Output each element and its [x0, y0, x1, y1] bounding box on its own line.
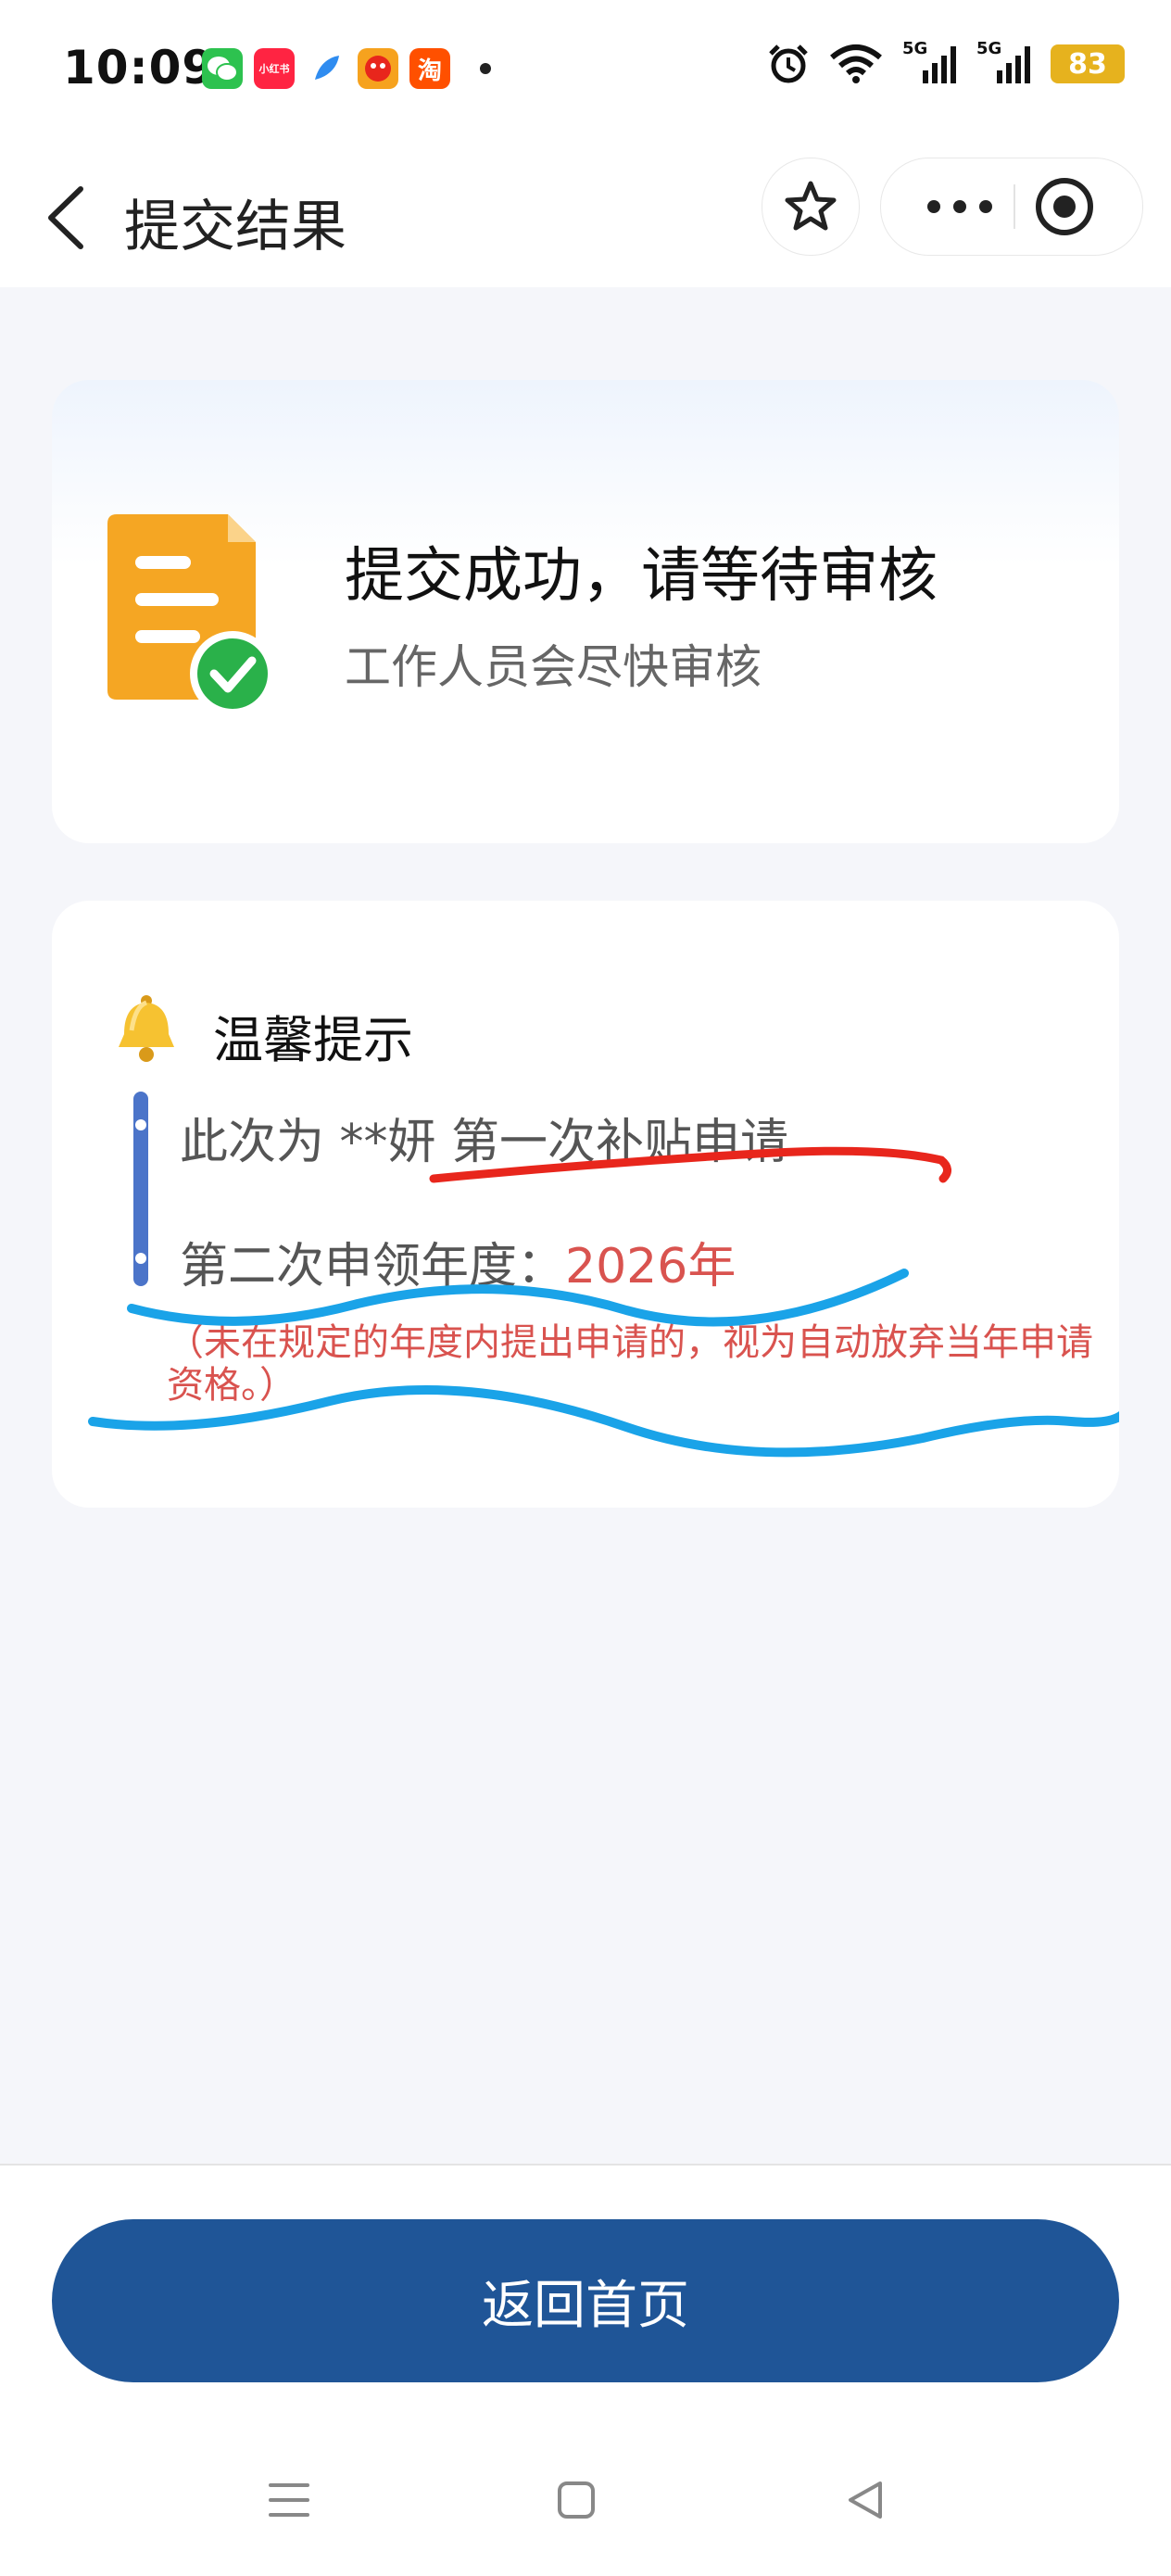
- page-title: 提交结果: [124, 195, 346, 259]
- more-button[interactable]: [918, 186, 1001, 227]
- footer-divider: [0, 2164, 1171, 2166]
- return-home-button[interactable]: 返回首页: [52, 2219, 1119, 2382]
- tips-card: 温馨提示 此次为 **妍 第一次补贴申请 第二次申领年度：2026年 （未在规定…: [52, 901, 1119, 1508]
- more-dots-icon: [927, 200, 992, 213]
- application-count-text: 此次为 **妍 第一次补贴申请: [180, 1115, 789, 1170]
- next-application-year: 第二次申领年度：2026年: [180, 1227, 736, 1296]
- game-app-icon: [358, 48, 398, 89]
- notification-icons: 小红书 淘: [202, 48, 491, 89]
- alarm-icon: [769, 44, 808, 83]
- wechat-icon: [202, 48, 243, 89]
- square-icon: [558, 2481, 595, 2519]
- warning-note: （未在规定的年度内提出申请的，视为自动放弃当年申请资格。）: [167, 1321, 1093, 1407]
- status-time: 10:09: [63, 41, 216, 95]
- menu-lines-icon: [269, 2483, 309, 2517]
- feather-app-icon: [306, 48, 346, 89]
- success-title: 提交成功，请等待审核: [345, 542, 938, 611]
- xiaohongshu-icon: 小红书: [254, 48, 295, 89]
- success-card: 提交成功，请等待审核 工作人员会尽快审核: [52, 380, 1119, 843]
- star-icon: [785, 181, 837, 231]
- wifi-icon: [830, 44, 882, 83]
- capsule-divider: [1014, 184, 1015, 229]
- close-mini-program-button[interactable]: [1031, 173, 1098, 240]
- timeline-dot: [135, 1253, 146, 1264]
- taobao-icon: 淘: [409, 48, 450, 89]
- back-button[interactable]: [33, 176, 98, 259]
- handwritten-annotation-marks: [88, 1146, 1119, 1458]
- tips-title: 温馨提示: [213, 1011, 413, 1069]
- next-year-value: 2026年: [565, 1239, 737, 1294]
- system-navigation-bar: [0, 2446, 1171, 2557]
- more-notifications-dot-icon: [480, 63, 491, 74]
- triangle-back-icon: [849, 2481, 882, 2519]
- favorite-button[interactable]: [762, 158, 860, 256]
- back-system-button[interactable]: [837, 2472, 893, 2528]
- document-approved-icon: [107, 514, 275, 716]
- status-indicators: 5G 5G 83: [767, 39, 1125, 85]
- bell-icon: [119, 995, 174, 1062]
- next-year-label: 第二次申领年度：: [180, 1239, 566, 1294]
- signal-5g-icon-2: 5G: [976, 39, 1032, 85]
- nav-bar: 提交结果: [0, 148, 1171, 287]
- home-system-button[interactable]: [548, 2472, 604, 2528]
- success-subtitle: 工作人员会尽快审核: [345, 640, 762, 694]
- target-icon: [1036, 178, 1093, 235]
- chevron-left-icon: [48, 186, 83, 249]
- battery-indicator: 83: [1051, 44, 1125, 83]
- timeline-bar: [133, 1092, 148, 1286]
- menu-button[interactable]: [261, 2472, 317, 2528]
- status-bar: 10:09 小红书 淘 5G 5G 83: [0, 0, 1171, 139]
- timeline-dot: [135, 1119, 146, 1130]
- signal-5g-icon: 5G: [902, 39, 958, 85]
- mini-program-capsule: [880, 158, 1143, 256]
- main-content: 提交成功，请等待审核 工作人员会尽快审核 温馨提示 此次为 **妍 第一次补贴申…: [0, 287, 1171, 2164]
